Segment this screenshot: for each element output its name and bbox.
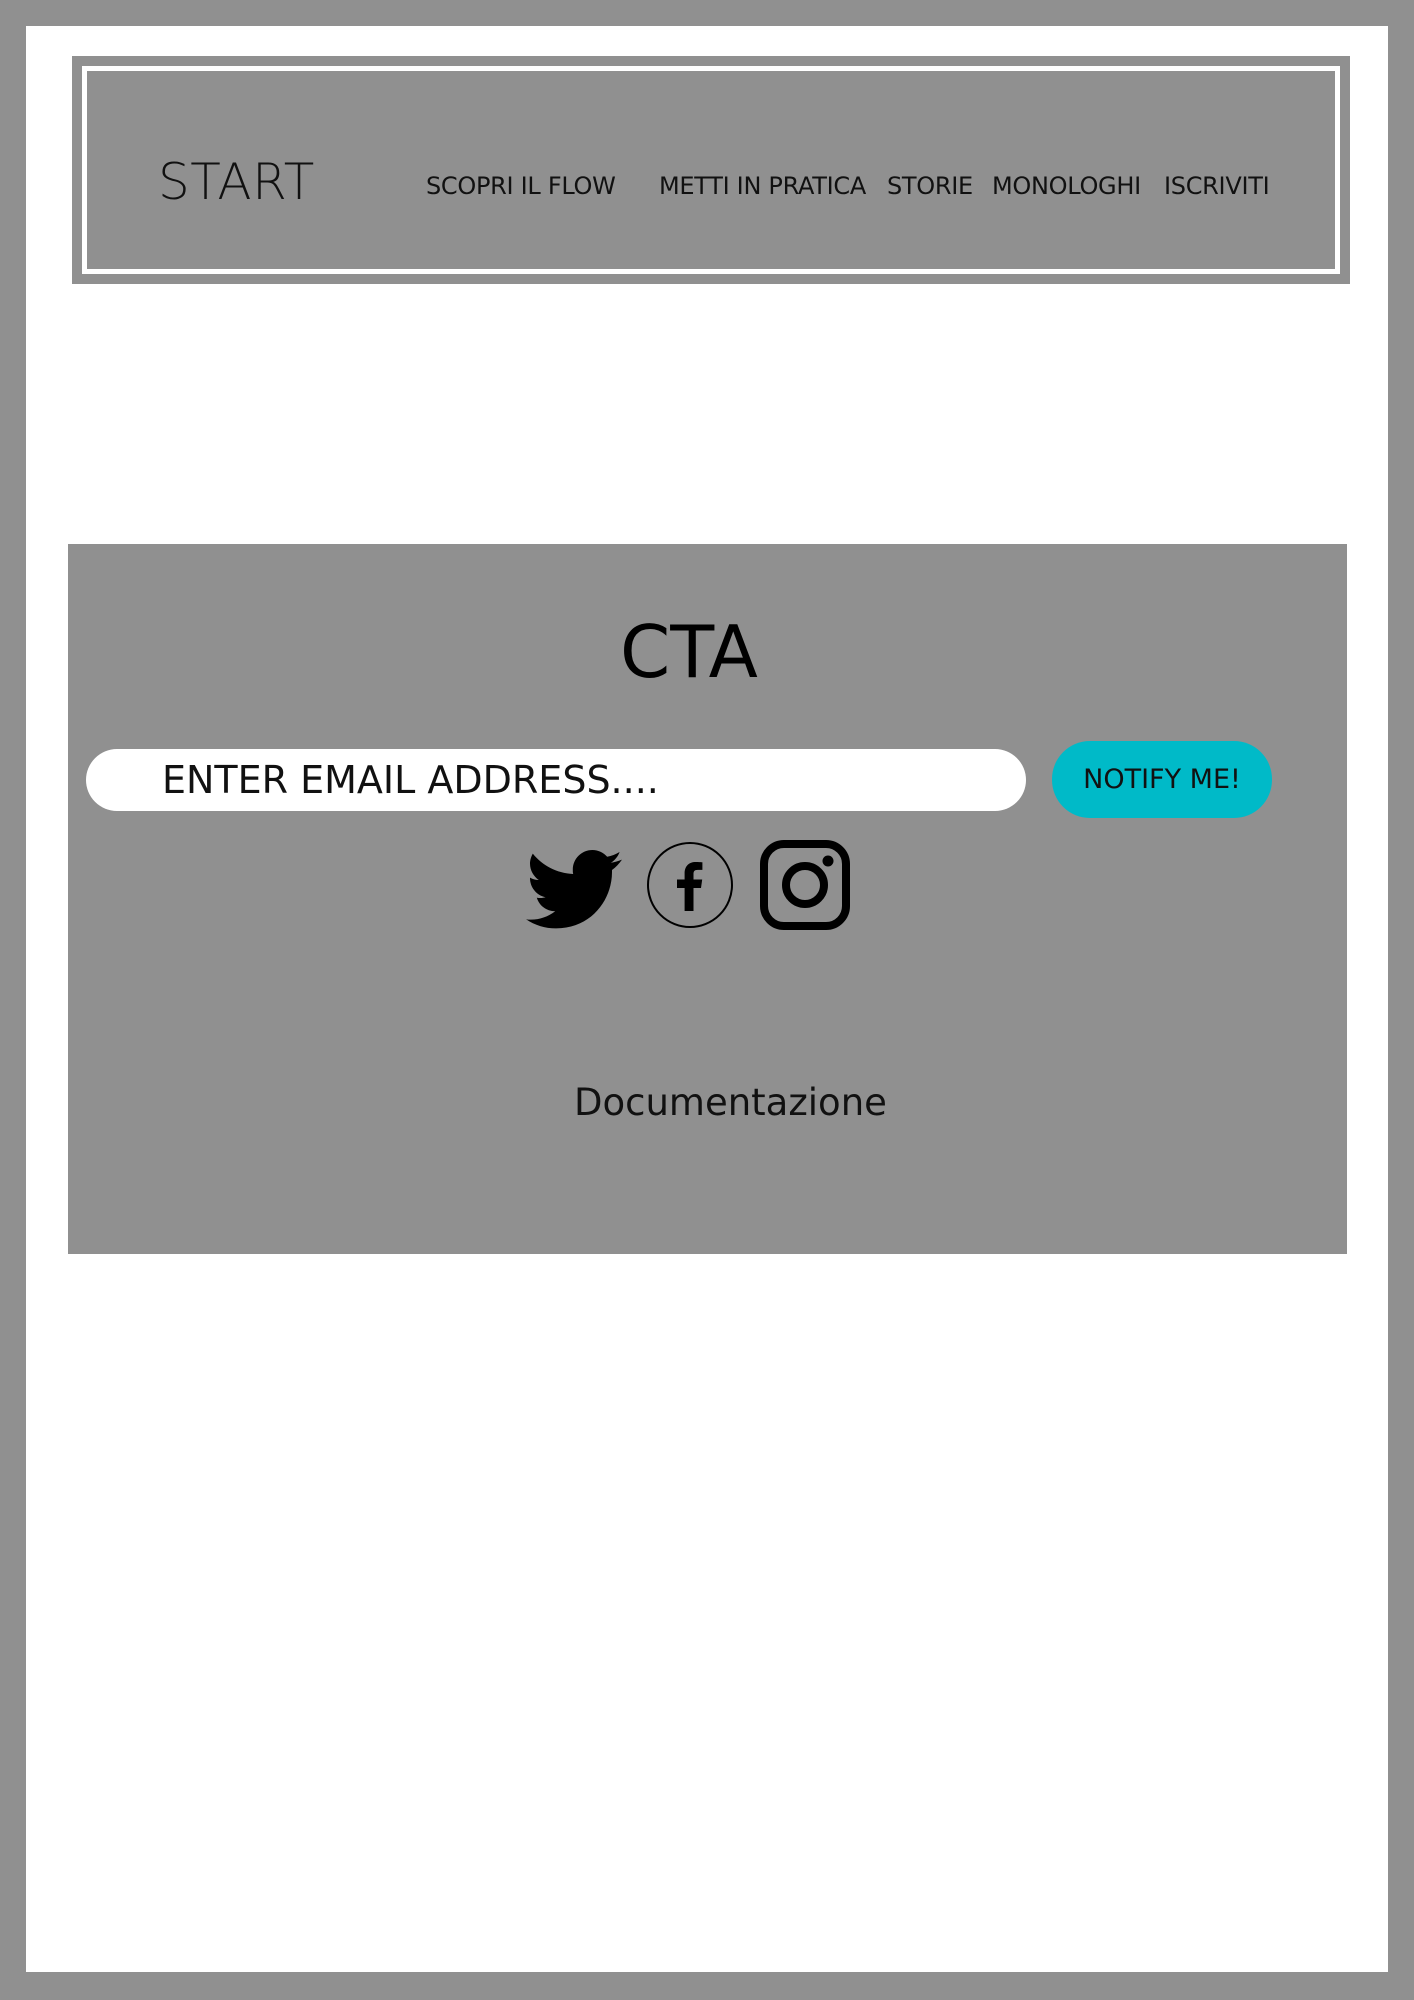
- facebook-icon[interactable]: [646, 841, 734, 929]
- notify-button[interactable]: NOTIFY ME!: [1052, 741, 1272, 818]
- instagram-icon[interactable]: [759, 839, 851, 931]
- twitter-icon[interactable]: [526, 850, 622, 930]
- logo[interactable]: START: [158, 157, 315, 207]
- email-input[interactable]: [86, 749, 1026, 811]
- header-inner: START SCOPRI IL FLOW METTI IN PRATICA ST…: [88, 72, 1334, 268]
- nav-item-scopri-il-flow[interactable]: SCOPRI IL FLOW: [426, 174, 616, 198]
- facebook-icon-graphic: [647, 842, 733, 928]
- site-header: START SCOPRI IL FLOW METTI IN PRATICA ST…: [72, 56, 1350, 284]
- nav-item-iscriviti[interactable]: ISCRIVITI: [1164, 174, 1270, 198]
- nav-item-storie[interactable]: STORIE: [887, 174, 973, 198]
- twitter-icon-graphic: [526, 850, 622, 929]
- documentation-link[interactable]: Documentazione: [574, 1084, 887, 1121]
- nav-item-metti-in-pratica[interactable]: METTI IN PRATICA: [659, 174, 866, 198]
- cta-title: CTA: [620, 610, 758, 694]
- cta-section: CTA NOTIFY ME! Documentazione: [68, 544, 1347, 1254]
- nav-item-monologhi[interactable]: MONOLOGHI: [992, 174, 1141, 198]
- instagram-icon-graphic: [760, 840, 850, 930]
